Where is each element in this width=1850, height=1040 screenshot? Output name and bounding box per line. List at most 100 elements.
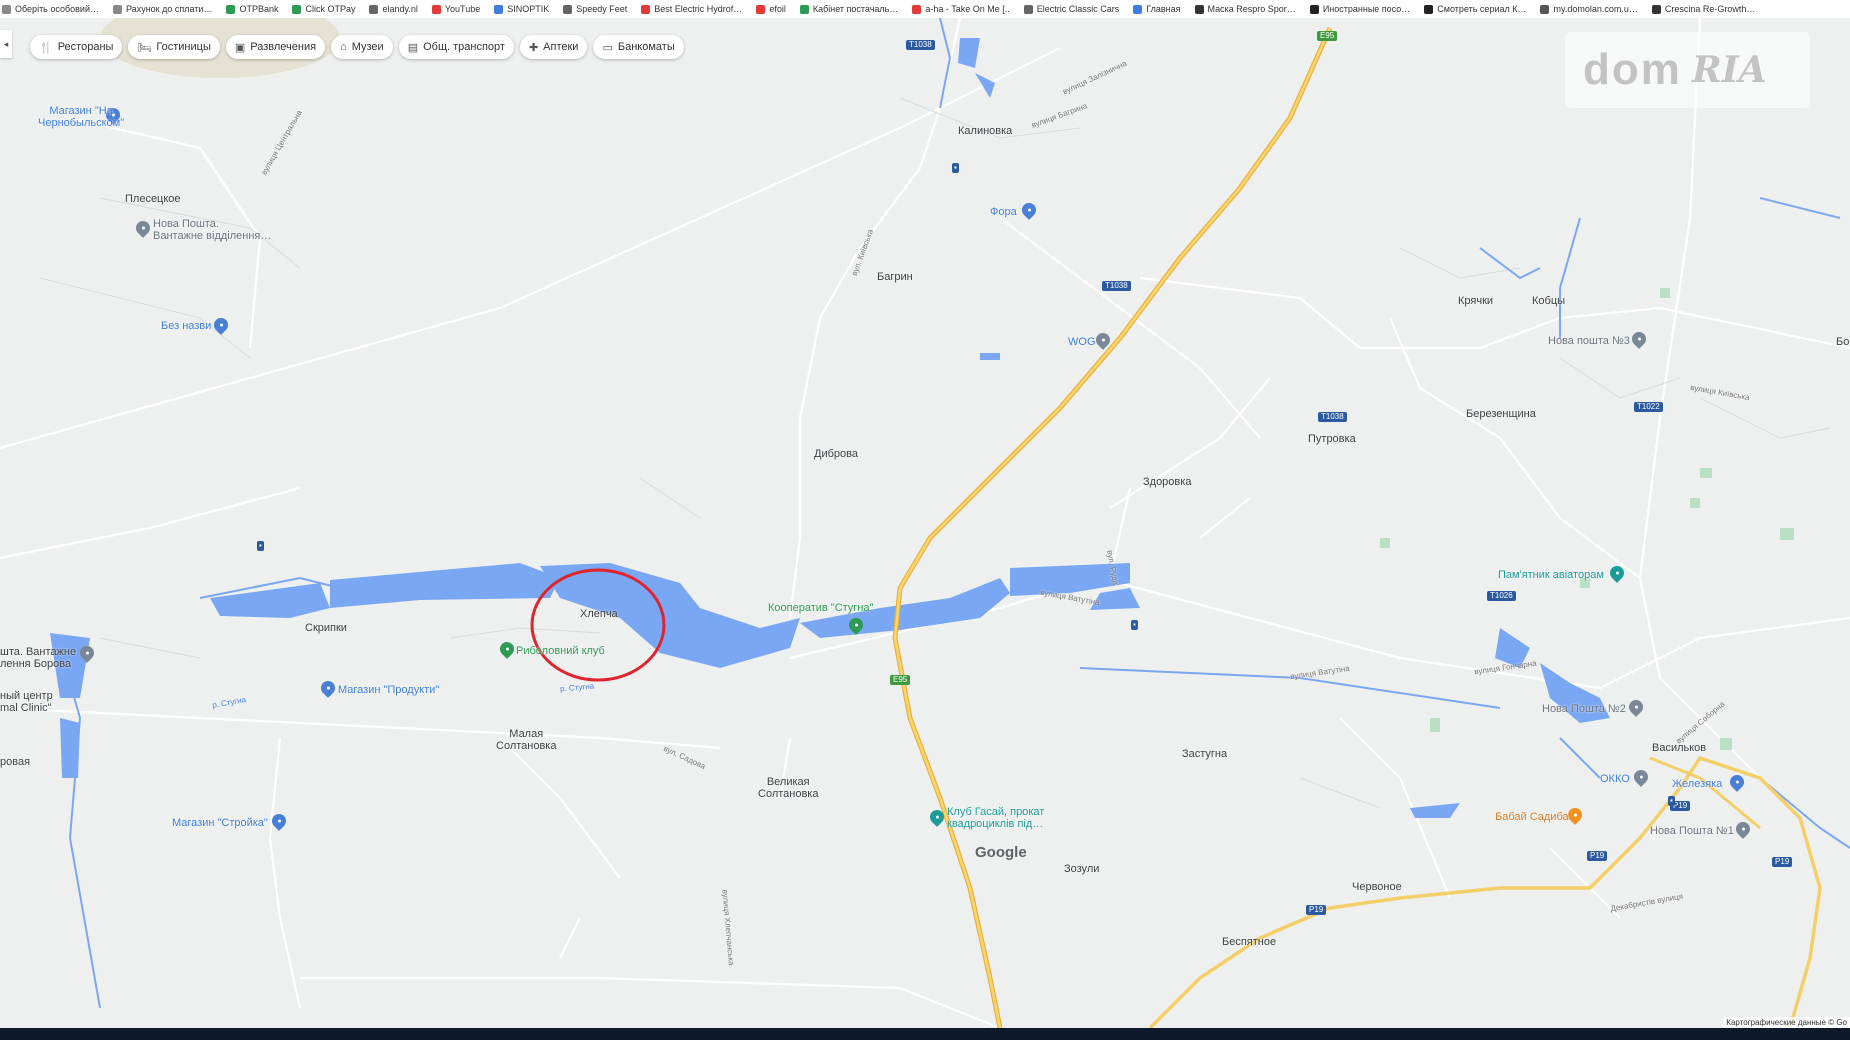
place-zdorovka[interactable]: Здоровка <box>1143 476 1191 488</box>
bookmark-item[interactable]: Главная <box>1133 4 1181 14</box>
road-shield: T1038 <box>1318 412 1347 422</box>
road-shield: T1022 <box>1634 402 1663 412</box>
place-bespyatnoe[interactable]: Беспятное <box>1222 936 1276 948</box>
place-chervonoe[interactable]: Червоное <box>1352 881 1402 893</box>
poi-babai-sadyba[interactable]: Бабай Садиба <box>1495 811 1569 823</box>
place-zastugna[interactable]: Застугна <box>1182 748 1227 760</box>
bookmark-label: Главная <box>1146 4 1181 14</box>
bookmark-label: Иностранные посо… <box>1322 4 1411 14</box>
doc-icon <box>799 4 809 14</box>
chip-atm[interactable]: ▭ Банкоматы <box>593 35 684 59</box>
place-kobtsy[interactable]: Кобцы <box>1532 295 1565 307</box>
bookmark-item[interactable]: Смотреть сериал К… <box>1424 4 1526 14</box>
bookmark-label: YouTube <box>444 4 481 14</box>
chip-label: Развлечения <box>250 41 317 53</box>
bookmark-item[interactable]: Маска Respro Spor… <box>1194 4 1296 14</box>
dom-ria-watermark: dom RIA <box>1565 32 1810 108</box>
bookmark-item[interactable]: Crescina Re-Growth… <box>1651 4 1755 14</box>
poi-klub-gasai[interactable]: Клуб Гасай, прокат квадроциклів під… <box>947 806 1044 830</box>
place-borovaya[interactable]: ровая <box>0 756 30 768</box>
poi-medical-center[interactable]: ный центр mal Clinic" <box>0 690 53 714</box>
bookmark-item[interactable]: Speedy Feet <box>563 4 627 14</box>
place-bo-edge[interactable]: Бо <box>1836 336 1849 348</box>
collapse-panel-button[interactable]: ◂ <box>0 30 12 58</box>
place-kalinovka[interactable]: Калиновка <box>958 125 1012 137</box>
chip-bed[interactable]: 🛏 Гостиницы <box>128 35 220 59</box>
bookmark-item[interactable]: Иностранные посо… <box>1309 4 1411 14</box>
bookmark-label: Рахунок до сплати… <box>125 4 213 14</box>
bank-icon <box>292 4 302 14</box>
poi-nova-poshta-1[interactable]: Нова Пошта №1 <box>1650 825 1734 837</box>
chip-bus[interactable]: ▤ Общ. транспорт <box>398 35 514 59</box>
poi-nova-poshta-borova[interactable]: шта. Вантажне лення Борова <box>0 646 76 670</box>
bookmark-item[interactable]: elandy.nl <box>369 4 418 14</box>
place-skripki[interactable]: Скрипки <box>305 622 347 634</box>
google-logo: Google <box>975 844 1027 861</box>
bookmark-item[interactable]: a-ha - Take On Me [.. <box>912 4 1010 14</box>
bookmark-item[interactable]: OTPBank <box>226 4 278 14</box>
atm-icon: ▭ <box>602 41 613 54</box>
bookmark-label: Electric Classic Cars <box>1036 4 1120 14</box>
place-dibrova[interactable]: Диброва <box>814 448 858 460</box>
bookmark-label: OTPBank <box>239 4 279 14</box>
bookmark-item[interactable]: Рахунок до сплати… <box>112 4 213 14</box>
place-bagrin[interactable]: Багрин <box>877 271 913 283</box>
road-shield: T1038 <box>906 40 935 50</box>
bookmark-item[interactable]: Best Electric Hydrof… <box>641 4 742 14</box>
bookmark-item[interactable]: Оберіть особовий… <box>2 4 99 14</box>
place-berezenshchina[interactable]: Березенщина <box>1466 408 1536 420</box>
camera-icon: ▣ <box>234 41 246 54</box>
bus-stop-icon[interactable]: ▪ <box>1668 796 1675 806</box>
map-attribution[interactable]: Картографические данные © Go <box>1723 1017 1850 1028</box>
poi-magazin-stroyka[interactable]: Магазин "Стройка" <box>172 817 268 829</box>
place-plesetskoe[interactable]: Плесецкое <box>125 193 181 205</box>
bookmark-item[interactable]: efoil <box>756 4 786 14</box>
place-khlepcha[interactable]: Хлепча <box>580 608 618 620</box>
road-shield: P19 <box>1306 905 1327 915</box>
bus-stop-icon[interactable]: ▪ <box>1131 620 1138 630</box>
place-zozuli[interactable]: Зозули <box>1064 863 1099 875</box>
place-malaya-soltanovka[interactable]: Малая Солтановка <box>496 728 556 752</box>
poi-magazin-produkty[interactable]: Магазин "Продукти" <box>338 684 439 696</box>
chip-label: Гостиницы <box>156 41 211 53</box>
globe-icon <box>563 4 573 14</box>
poi-magazin-chernobyl[interactable]: Магазин "На Чернобыльском" <box>38 105 124 129</box>
place-kryachki[interactable]: Крячки <box>1458 295 1493 307</box>
road-shield: E95 <box>890 675 911 685</box>
bookmark-item[interactable]: Electric Classic Cars <box>1023 4 1120 14</box>
map-canvas[interactable]: ◂ 🍴 Рестораны 🛏 Гостиницы ▣ Развлечения ⌂ Музеи… <box>0 18 1850 1028</box>
chip-label: Аптеки <box>543 41 579 53</box>
poi-okko[interactable]: ОККО <box>1600 773 1630 785</box>
globe-icon <box>1133 4 1143 14</box>
bookmark-item[interactable]: Click OTPay <box>292 4 355 14</box>
chip-pharmacy[interactable]: ✚ Аптеки <box>519 35 588 59</box>
bookmark-item[interactable]: my.domolan.com.u… <box>1540 4 1638 14</box>
chip-museum[interactable]: ⌂ Музеи <box>331 35 393 59</box>
poi-nova-poshta-3[interactable]: Нова пошта №3 <box>1548 335 1630 347</box>
poi-zhelezyaka[interactable]: Железяка <box>1672 778 1722 790</box>
place-velikaya-soltanovka[interactable]: Великая Солтановка <box>758 776 818 800</box>
poi-pamyatnik[interactable]: Пам'ятник авіаторам <box>1498 569 1604 581</box>
museum-icon: ⌂ <box>340 41 347 53</box>
bookmark-item[interactable]: SINOPTIK <box>494 4 549 14</box>
globe-icon <box>1309 4 1319 14</box>
poi-wog[interactable]: WOG <box>1068 336 1096 348</box>
chip-label: Банкоматы <box>617 41 675 53</box>
bookmark-label: Best Electric Hydrof… <box>654 4 743 14</box>
poi-nova-poshta-plesetskoe[interactable]: Нова Пошта. Вантажне відділення… <box>153 218 271 242</box>
chip-camera[interactable]: ▣ Развлечения <box>225 35 326 59</box>
poi-bez-nazvy[interactable]: Без назви <box>161 320 211 332</box>
place-putrovka[interactable]: Путровка <box>1308 433 1356 445</box>
globe-icon <box>369 4 379 14</box>
bus-stop-icon[interactable]: ▪ <box>952 163 959 173</box>
chip-fork-knife[interactable]: 🍴 Рестораны <box>30 35 123 59</box>
bookmark-label: a-ha - Take On Me [.. <box>925 4 1010 14</box>
poi-nova-poshta-2[interactable]: Нова Пошта №2 <box>1542 703 1626 715</box>
poi-kooperativ[interactable]: Кооператив "Стугна" <box>768 602 873 614</box>
poi-ribolovny-klub[interactable]: Риболовний клуб <box>516 645 605 657</box>
bus-stop-icon[interactable]: ▪ <box>257 541 264 551</box>
bookmark-item[interactable]: YouTube <box>431 4 481 14</box>
poi-fora[interactable]: Фора <box>990 206 1017 218</box>
watermark-right: RIA <box>1691 49 1767 91</box>
bookmark-item[interactable]: Кабінет постачаль… <box>799 4 898 14</box>
